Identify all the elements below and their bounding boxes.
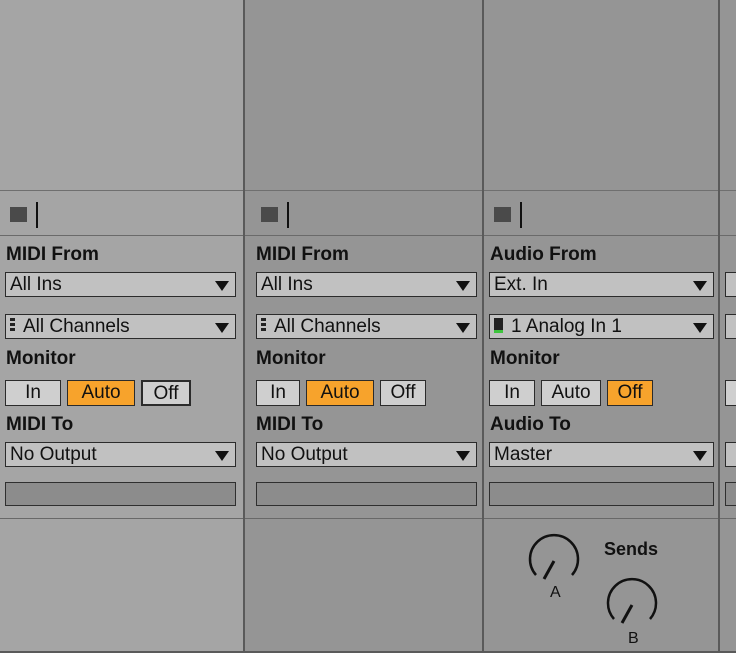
input-type-label: Audio From bbox=[490, 244, 597, 265]
input-channel-chooser[interactable] bbox=[725, 314, 736, 339]
input-type-value: All Ins bbox=[10, 274, 62, 295]
monitor-label: Monitor bbox=[256, 348, 326, 369]
dropdown-arrow-icon bbox=[456, 451, 470, 461]
stop-clip-button[interactable] bbox=[261, 207, 278, 222]
mixer-section bbox=[245, 518, 482, 651]
clip-slot-area[interactable] bbox=[245, 0, 482, 190]
track-column-3: Audio From Ext. In 1 Analog In 1 Monitor… bbox=[484, 0, 718, 651]
output-type-label: Audio To bbox=[490, 414, 571, 435]
io-section: MIDI From All Ins All Channels Monitor I… bbox=[0, 236, 243, 518]
output-type-label: MIDI To bbox=[6, 414, 74, 435]
output-type-value: No Output bbox=[10, 444, 97, 465]
io-section: Audio From Ext. In 1 Analog In 1 Monitor… bbox=[484, 236, 718, 518]
input-channel-chooser[interactable]: All Channels bbox=[256, 314, 477, 339]
io-section: MIDI From All Ins All Channels Monitor I… bbox=[245, 236, 482, 518]
output-channel-chooser[interactable] bbox=[256, 482, 477, 506]
output-type-chooser[interactable]: Master bbox=[489, 442, 714, 467]
input-type-chooser[interactable]: All Ins bbox=[5, 272, 236, 297]
output-channel-chooser[interactable] bbox=[5, 482, 236, 506]
stop-clip-divider bbox=[36, 202, 38, 228]
clip-slot-area[interactable] bbox=[484, 0, 718, 190]
knob-arc bbox=[606, 577, 658, 620]
dropdown-arrow-icon bbox=[456, 281, 470, 291]
output-type-value: Master bbox=[494, 444, 553, 465]
knob-arc bbox=[528, 533, 580, 576]
input-channel-value: 1 Analog In 1 bbox=[511, 316, 622, 337]
output-type-chooser[interactable]: No Output bbox=[256, 442, 477, 467]
input-channel-value: All Channels bbox=[274, 316, 381, 337]
clip-stop-bar bbox=[245, 190, 482, 236]
send-a-knob[interactable]: A bbox=[524, 531, 584, 601]
monitor-off-button[interactable]: Off bbox=[607, 380, 653, 406]
monitor-in-button[interactable]: In bbox=[489, 380, 535, 406]
midi-channel-icon bbox=[261, 318, 266, 333]
output-type-value: No Output bbox=[261, 444, 348, 465]
input-type-value: All Ins bbox=[261, 274, 313, 295]
stop-clip-button[interactable] bbox=[494, 207, 511, 222]
input-type-label: MIDI From bbox=[6, 244, 99, 265]
monitor-label: Monitor bbox=[6, 348, 76, 369]
monitor-in-button[interactable]: In bbox=[5, 380, 61, 406]
sends-label: Sends bbox=[604, 539, 659, 559]
output-type-label: MIDI To bbox=[256, 414, 324, 435]
output-type-chooser[interactable]: No Output bbox=[5, 442, 236, 467]
send-b-knob[interactable]: B bbox=[602, 575, 662, 653]
io-section bbox=[720, 236, 736, 518]
track-column-2: MIDI From All Ins All Channels Monitor I… bbox=[245, 0, 482, 651]
dropdown-arrow-icon bbox=[215, 323, 229, 333]
input-type-value: Ext. In bbox=[494, 274, 548, 295]
stop-clip-divider bbox=[287, 202, 289, 228]
send-b-label: B bbox=[628, 630, 639, 647]
input-type-label: MIDI From bbox=[256, 244, 349, 265]
output-type-chooser[interactable] bbox=[725, 442, 736, 467]
stop-clip-divider bbox=[520, 202, 522, 228]
monitor-auto-button[interactable]: Auto bbox=[541, 380, 601, 406]
track-column-1: MIDI From All Ins All Channels Monitor I… bbox=[0, 0, 243, 651]
clip-stop-bar bbox=[0, 190, 243, 236]
monitor-auto-button[interactable]: Auto bbox=[67, 380, 135, 406]
input-type-chooser[interactable]: All Ins bbox=[256, 272, 477, 297]
clip-stop-bar bbox=[484, 190, 718, 236]
monitor-in-button[interactable] bbox=[725, 380, 736, 406]
dropdown-arrow-icon bbox=[456, 323, 470, 333]
monitor-in-button[interactable]: In bbox=[256, 380, 300, 406]
dropdown-arrow-icon bbox=[215, 451, 229, 461]
knob-pointer bbox=[542, 560, 556, 580]
dropdown-arrow-icon bbox=[693, 323, 707, 333]
input-type-chooser[interactable]: Ext. In bbox=[489, 272, 714, 297]
monitor-label: Monitor bbox=[490, 348, 560, 369]
output-channel-chooser[interactable] bbox=[489, 482, 714, 506]
stop-clip-button[interactable] bbox=[10, 207, 27, 222]
clip-slot-area[interactable] bbox=[0, 0, 243, 190]
input-type-chooser[interactable] bbox=[725, 272, 736, 297]
input-meter-icon bbox=[494, 318, 503, 333]
monitor-off-button[interactable]: Off bbox=[141, 380, 191, 406]
clip-stop-bar bbox=[720, 190, 736, 236]
monitor-off-button[interactable]: Off bbox=[380, 380, 426, 406]
track-column-4-partial bbox=[720, 0, 736, 651]
dropdown-arrow-icon bbox=[693, 281, 707, 291]
input-channel-value: All Channels bbox=[23, 316, 130, 337]
send-a-label: A bbox=[550, 584, 561, 601]
knob-pointer bbox=[620, 604, 634, 624]
mixer-section bbox=[720, 518, 736, 651]
mixer-section bbox=[0, 518, 243, 651]
dropdown-arrow-icon bbox=[215, 281, 229, 291]
monitor-auto-button[interactable]: Auto bbox=[306, 380, 374, 406]
dropdown-arrow-icon bbox=[693, 451, 707, 461]
input-channel-chooser[interactable]: All Channels bbox=[5, 314, 236, 339]
output-channel-chooser[interactable] bbox=[725, 482, 736, 506]
midi-channel-icon bbox=[10, 318, 15, 333]
input-channel-chooser[interactable]: 1 Analog In 1 bbox=[489, 314, 714, 339]
mixer-section: Sends A B bbox=[484, 518, 718, 651]
